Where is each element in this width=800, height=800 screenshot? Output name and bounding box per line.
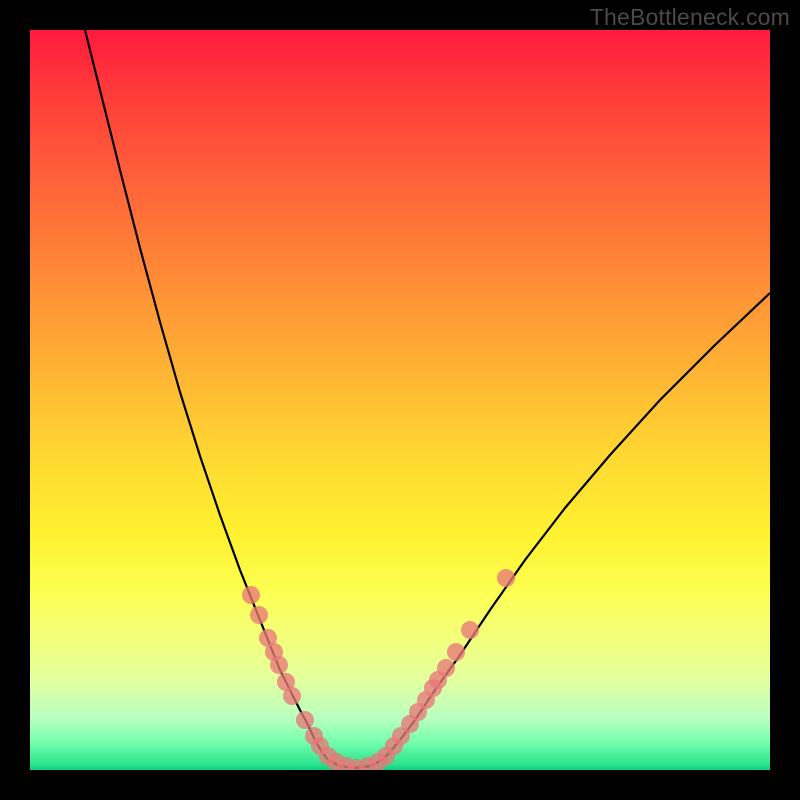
scatter-dot xyxy=(447,643,465,661)
scatter-dot xyxy=(242,586,260,604)
scatter-dots-group xyxy=(242,569,515,770)
left-curve-line xyxy=(85,30,328,760)
scatter-dot xyxy=(270,656,288,674)
scatter-dot xyxy=(296,711,314,729)
scatter-dot xyxy=(461,621,479,639)
scatter-dot xyxy=(250,606,268,624)
scatter-dot xyxy=(497,569,515,587)
chart-svg xyxy=(30,30,770,770)
gradient-plot-area xyxy=(30,30,770,770)
watermark-text: TheBottleneck.com xyxy=(590,4,790,31)
scatter-dot xyxy=(437,659,455,677)
scatter-dot xyxy=(283,687,301,705)
